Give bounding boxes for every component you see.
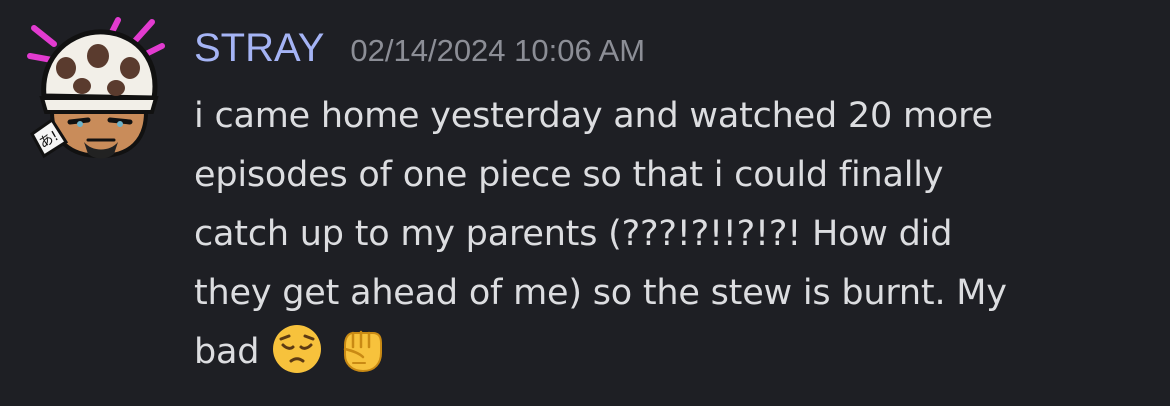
message-line: bad bbox=[194, 332, 260, 372]
message-last-line: bad bbox=[194, 323, 1154, 382]
message-line: i came home yesterday and watched 20 mor… bbox=[194, 96, 993, 136]
message-line: they get ahead of me) so the stew is bur… bbox=[194, 273, 1007, 313]
raised-fist-emoji bbox=[335, 323, 387, 375]
chat-message: あ! STRAY 02/14/2024 10:06 AM i came home… bbox=[0, 0, 1170, 406]
username[interactable]: STRAY bbox=[194, 26, 324, 71]
message-line: episodes of one piece so that i could fi… bbox=[194, 155, 944, 195]
message-header: STRAY 02/14/2024 10:06 AM bbox=[194, 26, 645, 74]
message-timestamp: 02/14/2024 10:06 AM bbox=[350, 33, 646, 68]
user-avatar[interactable]: あ! bbox=[22, 16, 172, 166]
message-content: i came home yesterday and watched 20 mor… bbox=[194, 87, 1154, 382]
message-line: catch up to my parents (???!?!!?!?! How … bbox=[194, 214, 953, 254]
pensive-face-emoji bbox=[271, 323, 323, 375]
